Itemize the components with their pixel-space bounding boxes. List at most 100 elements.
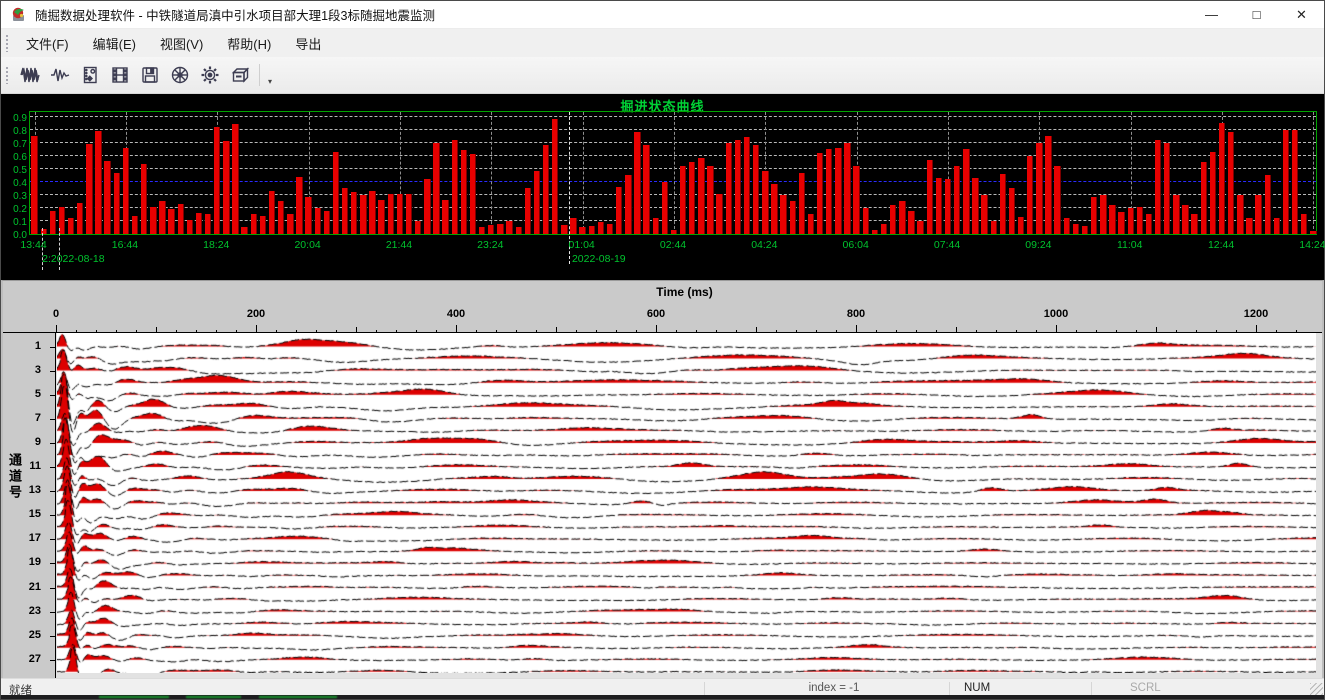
excavation-bar [534, 171, 540, 234]
time-axis-ticks: 020040060080010001200 [56, 281, 1315, 333]
notebook-button[interactable] [76, 61, 104, 89]
y-tick-label: 0.9 [2, 113, 27, 124]
excavation-bar [1246, 218, 1252, 234]
channel-label: 21 [9, 581, 41, 593]
excavation-bar [388, 194, 394, 234]
gridline-vertical [674, 112, 675, 234]
channel-tick [50, 636, 56, 637]
excavation-bar [1064, 218, 1070, 234]
time-axis-header: Time (ms) 020040060080010001200 [3, 281, 1322, 333]
single-waveform-button[interactable] [46, 61, 74, 89]
channel-tick [50, 515, 56, 516]
menu-view[interactable]: 视图(V) [150, 29, 213, 58]
channel-tick [50, 588, 56, 589]
single-waveform-icon [50, 65, 70, 85]
y-tick-label: 0.3 [2, 191, 27, 202]
excavation-bar [1128, 208, 1134, 234]
excavation-bar [461, 150, 467, 234]
notebook-icon [80, 65, 100, 85]
excavation-bar [780, 195, 786, 234]
excavation-bar [360, 195, 366, 234]
excavation-bar [598, 222, 604, 234]
excavation-bar [442, 200, 448, 234]
toolbar-overflow-button[interactable]: ▾ [263, 61, 277, 89]
time-tick-label: 200 [247, 308, 265, 320]
y-tick-label: 0.7 [2, 139, 27, 150]
bar-plot-area[interactable] [29, 111, 1317, 235]
menu-file[interactable]: 文件(F) [16, 29, 79, 58]
excavation-bar [625, 175, 631, 234]
archive-cabinet-button[interactable] [226, 61, 254, 89]
excavation-bar [936, 178, 942, 234]
menu-gripper[interactable] [5, 34, 10, 52]
excavation-bar [543, 145, 549, 234]
channel-label: 23 [9, 605, 41, 617]
channel-label: 5 [9, 388, 41, 400]
excavation-bar [744, 137, 750, 234]
excavation-bar [315, 208, 321, 234]
channel-label: 11 [9, 460, 41, 472]
excavation-bar [1009, 188, 1015, 234]
x-tick-label: 16:44 [112, 239, 138, 251]
channel-tick [50, 371, 56, 372]
excavation-bar [899, 201, 905, 234]
excavation-bar [963, 149, 969, 234]
close-button[interactable]: ✕ [1279, 1, 1324, 29]
film-strip-icon [110, 65, 130, 85]
toolbar-gripper[interactable] [5, 66, 10, 84]
excavation-bar [68, 218, 74, 234]
excavation-bar [1146, 214, 1152, 234]
save-button[interactable] [136, 61, 164, 89]
excavation-bar [369, 191, 375, 234]
excavation-bar [771, 184, 777, 234]
window-controls: — □ ✕ [1189, 1, 1324, 29]
excavation-bar [1219, 123, 1225, 234]
y-axis-labels: 0.00.10.20.30.40.50.60.70.80.9 [2, 111, 27, 235]
excavation-bar [1054, 166, 1060, 234]
x-tick-label: 14:24 [1299, 239, 1325, 251]
film-strip-button[interactable] [106, 61, 134, 89]
time-tick [856, 325, 857, 333]
excavation-bar [415, 221, 421, 234]
excavation-bar [1228, 132, 1234, 234]
excavation-bar [1091, 197, 1097, 234]
minimize-button[interactable]: — [1189, 1, 1234, 29]
channel-label: 3 [9, 364, 41, 376]
excavation-bar [1210, 152, 1216, 234]
y-tick-label: 0.5 [2, 165, 27, 176]
excavation-bar [616, 187, 622, 234]
excavation-bar [561, 225, 567, 234]
channel-tick [50, 419, 56, 420]
seismogram-canvas[interactable] [57, 333, 1316, 673]
excavation-bar [433, 143, 439, 234]
excavation-bar [506, 221, 512, 234]
menu-bar: 文件(F) 编辑(E) 视图(V) 帮助(H) 导出 [1, 29, 1324, 57]
channel-tick [50, 563, 56, 564]
excavation-bar [1100, 195, 1106, 234]
excavation-bar [735, 140, 741, 234]
excavation-bar [333, 152, 339, 234]
excavation-bar [1201, 162, 1207, 234]
y-tick-label: 0.2 [2, 204, 27, 215]
excavation-bar [223, 141, 229, 234]
compass-wheel-button[interactable] [166, 61, 194, 89]
excavation-bar [826, 149, 832, 234]
settings-button[interactable] [196, 61, 224, 89]
menu-edit[interactable]: 编辑(E) [83, 29, 146, 58]
excavation-bar [214, 127, 220, 234]
multi-waveform-button[interactable] [16, 61, 44, 89]
excavation-bar [808, 214, 814, 234]
excavation-bar [890, 205, 896, 234]
excavation-bar [260, 216, 266, 234]
maximize-button[interactable]: □ [1234, 1, 1279, 29]
time-tick-label: 0 [53, 308, 59, 320]
excavation-bar [525, 188, 531, 234]
channel-label: 25 [9, 629, 41, 641]
x-tick-label: 07:44 [934, 239, 960, 251]
channel-tick [50, 443, 56, 444]
menu-help[interactable]: 帮助(H) [217, 29, 281, 58]
channel-label: 17 [9, 532, 41, 544]
channel-label: 7 [9, 412, 41, 424]
menu-export[interactable]: 导出 [285, 29, 331, 58]
excavation-bar [844, 143, 850, 234]
